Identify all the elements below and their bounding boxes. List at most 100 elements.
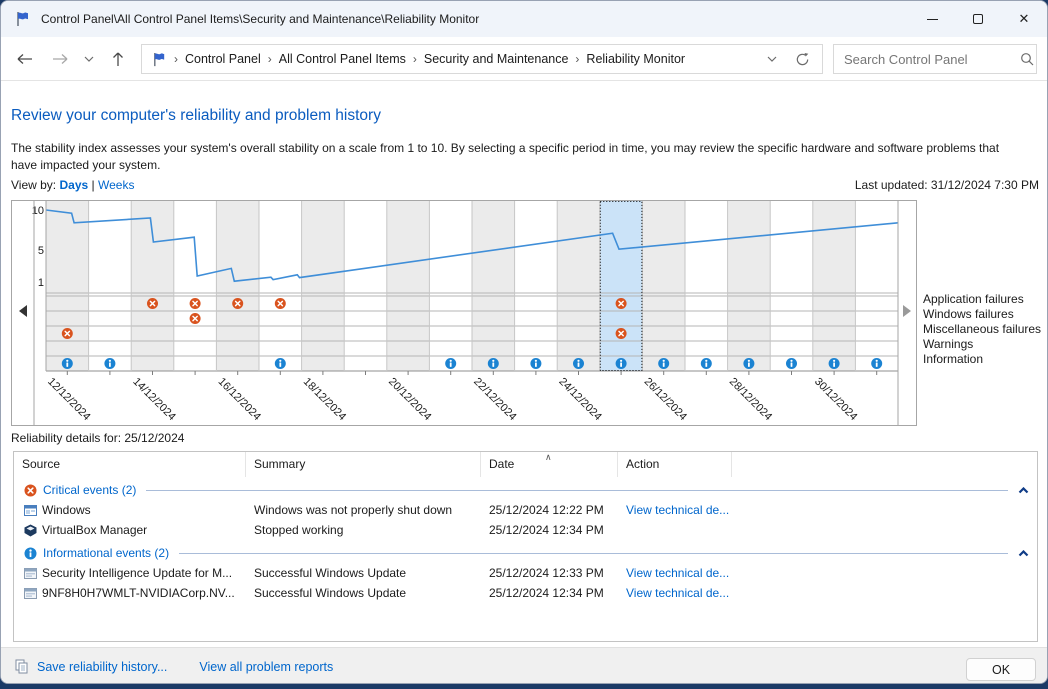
scroll-right-icon[interactable] (903, 305, 911, 317)
view-by-days-link[interactable]: Days (59, 178, 88, 192)
refresh-icon[interactable] (795, 52, 810, 67)
windows-icon (24, 504, 37, 517)
event-row[interactable]: VirtualBox ManagerStopped working25/12/2… (14, 520, 1037, 540)
search-icon[interactable] (1020, 52, 1044, 66)
event-action: View technical de... (618, 586, 732, 600)
x-tick-label: 12/12/2024 (45, 376, 92, 423)
error-icon (24, 484, 37, 497)
view-technical-details-link[interactable]: View technical de... (626, 586, 729, 600)
information-event-icon[interactable] (829, 358, 840, 369)
close-button[interactable]: ✕ (1001, 1, 1047, 37)
column-header-filler (732, 452, 1037, 477)
navigation-toolbar: ›Control Panel›All Control Panel Items›S… (1, 37, 1047, 81)
chart-day-band (131, 201, 174, 371)
view-by-controls: View by: Days | Weeks (11, 178, 134, 192)
column-header-summary[interactable]: Summary (246, 452, 481, 477)
information-event-icon[interactable] (871, 358, 882, 369)
forward-button[interactable] (47, 37, 73, 81)
security-flag-icon (15, 11, 31, 27)
information-event-icon[interactable] (573, 358, 584, 369)
failure-event-icon[interactable] (616, 298, 627, 309)
information-event-icon[interactable] (743, 358, 754, 369)
group-row-informational: Informational events (2) (14, 543, 1037, 563)
maximize-button[interactable] (955, 1, 1001, 37)
chart-day-band (642, 201, 685, 371)
legend-item: Information (923, 352, 1041, 367)
event-summary: Stopped working (246, 523, 481, 537)
search-input[interactable] (834, 52, 1020, 67)
event-summary: Successful Windows Update (246, 566, 481, 580)
chart-day-band (46, 201, 89, 371)
breadcrumb: ›Control Panel›All Control Panel Items›S… (167, 52, 685, 66)
selected-day-column[interactable] (600, 201, 643, 371)
ok-button[interactable]: OK (966, 658, 1036, 681)
save-history-icon (15, 659, 29, 674)
sort-ascending-icon: ∧ (545, 452, 552, 463)
breadcrumb-separator-icon: › (268, 52, 272, 66)
collapse-group-icon[interactable] (1018, 550, 1029, 557)
failure-event-icon[interactable] (232, 298, 243, 309)
information-event-icon[interactable] (445, 358, 456, 369)
address-bar[interactable]: ›Control Panel›All Control Panel Items›S… (141, 44, 823, 74)
column-header-action[interactable]: Action (618, 452, 732, 477)
failure-event-icon[interactable] (190, 313, 201, 324)
group-divider (146, 490, 1008, 491)
event-row[interactable]: Security Intelligence Update for M...Suc… (14, 563, 1037, 583)
information-event-icon[interactable] (104, 358, 115, 369)
event-row[interactable]: 9NF8H0H7WMLT-NVIDIACorp.NV...Successful … (14, 583, 1037, 603)
breadcrumb-item-reliability-monitor[interactable]: Reliability Monitor (586, 52, 685, 66)
event-row[interactable]: WindowsWindows was not properly shut dow… (14, 500, 1037, 520)
x-tick-label: 22/12/2024 (471, 376, 518, 423)
up-button[interactable] (105, 37, 131, 81)
group-divider (179, 553, 1008, 554)
scroll-left-icon[interactable] (19, 305, 27, 317)
view-by-weeks-link[interactable]: Weeks (98, 178, 134, 192)
view-technical-details-link[interactable]: View technical de... (626, 503, 729, 517)
group-label: Informational events (2) (43, 546, 169, 560)
x-tick-label: 28/12/2024 (727, 376, 774, 423)
information-event-icon[interactable] (488, 358, 499, 369)
x-tick-label: 24/12/2024 (556, 376, 603, 423)
information-event-icon[interactable] (658, 358, 669, 369)
address-dropdown-icon[interactable] (767, 56, 777, 62)
information-event-icon[interactable] (786, 358, 797, 369)
y-tick-label: 5 (38, 245, 44, 257)
reliability-monitor-window: Control Panel\All Control Panel Items\Se… (0, 0, 1048, 684)
x-tick-label: 30/12/2024 (812, 376, 859, 423)
breadcrumb-item-control-panel[interactable]: Control Panel (185, 52, 261, 66)
search-box[interactable] (833, 44, 1037, 74)
view-all-problem-reports-link[interactable]: View all problem reports (199, 660, 333, 674)
information-event-icon[interactable] (616, 358, 627, 369)
failure-event-icon[interactable] (62, 328, 73, 339)
minimize-button[interactable] (909, 1, 955, 37)
event-date: 25/12/2024 12:22 PM (481, 503, 618, 517)
virtualbox-icon (24, 524, 37, 537)
information-event-icon[interactable] (275, 358, 286, 369)
failure-event-icon[interactable] (275, 298, 286, 309)
footer-bar: Save reliability history... View all pro… (1, 647, 1047, 684)
collapse-group-icon[interactable] (1018, 487, 1029, 494)
back-button[interactable] (11, 37, 37, 81)
chart-day-band (813, 201, 856, 371)
breadcrumb-item-security-and-maintenance[interactable]: Security and Maintenance (424, 52, 569, 66)
information-event-icon[interactable] (62, 358, 73, 369)
view-technical-details-link[interactable]: View technical de... (626, 566, 729, 580)
information-event-icon[interactable] (530, 358, 541, 369)
information-event-icon[interactable] (701, 358, 712, 369)
failure-event-icon[interactable] (616, 328, 627, 339)
stability-chart[interactable]: 12/12/202414/12/202416/12/202418/12/2024… (11, 200, 917, 426)
breadcrumb-separator-icon: › (413, 52, 417, 66)
table-header-row: Source Summary ∧ Date Action (14, 452, 1037, 477)
save-reliability-history-link[interactable]: Save reliability history... (37, 660, 167, 674)
chart-day-band (216, 201, 259, 371)
failure-event-icon[interactable] (190, 298, 201, 309)
column-header-date[interactable]: ∧ Date (481, 452, 618, 477)
column-header-source[interactable]: Source (14, 452, 246, 477)
failure-event-icon[interactable] (147, 298, 158, 309)
y-tick-label: 1 (38, 277, 44, 289)
close-icon: ✕ (1019, 11, 1030, 27)
details-title: Reliability details for: 25/12/2024 (11, 431, 184, 445)
view-by-separator: | (92, 178, 95, 192)
recent-pages-dropdown[interactable] (77, 37, 101, 81)
breadcrumb-item-all-control-panel-items[interactable]: All Control Panel Items (279, 52, 406, 66)
